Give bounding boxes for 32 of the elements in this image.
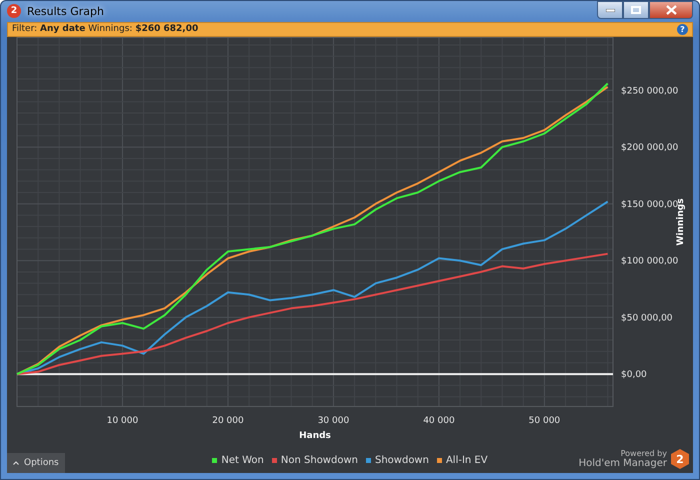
legend-label: Non Showdown [280,455,358,466]
y-tick-label: $100 000,00 [621,256,678,267]
x-tick-label: 30 000 [318,416,350,426]
legend-label: Net Won [221,455,264,466]
minimize-icon [606,8,614,12]
x-tick-label: 10 000 [106,416,138,426]
y-tick-label: $200 000,00 [621,143,678,154]
x-axis-title: Hands [299,431,331,441]
window-title: Results Graph [27,4,104,18]
legend-label: Showdown [374,455,429,466]
caret-icon [13,461,19,465]
help-button[interactable]: ? [677,24,688,35]
x-tick-label: 40 000 [423,416,455,426]
x-tick-label: 50 000 [528,416,560,426]
product-name: Hold'em Manager [578,458,667,469]
maximize-icon [631,6,641,14]
app-logo-icon: 2 [7,4,21,18]
y-tick-label: $250 000,00 [621,86,678,96]
y-tick-label: $50 000,00 [621,313,673,324]
y-axis-title: Winnings [676,198,686,246]
minimize-button[interactable] [597,1,623,19]
close-icon [666,5,676,15]
maximize-button[interactable] [623,1,649,19]
powered-by-caption: Powered by [620,449,667,458]
y-tick-label: $150 000,00 [621,200,678,210]
x-tick-label: 20 000 [212,416,244,426]
close-button[interactable] [649,1,693,19]
y-tick-label: $0,00 [621,370,647,380]
filter-summary: Filter: Any date Winnings: $260 682,00 [12,24,198,34]
options-button[interactable]: Options [7,453,65,473]
legend-label: All-In EV [446,455,488,466]
brand-logo: 2 [671,449,689,469]
